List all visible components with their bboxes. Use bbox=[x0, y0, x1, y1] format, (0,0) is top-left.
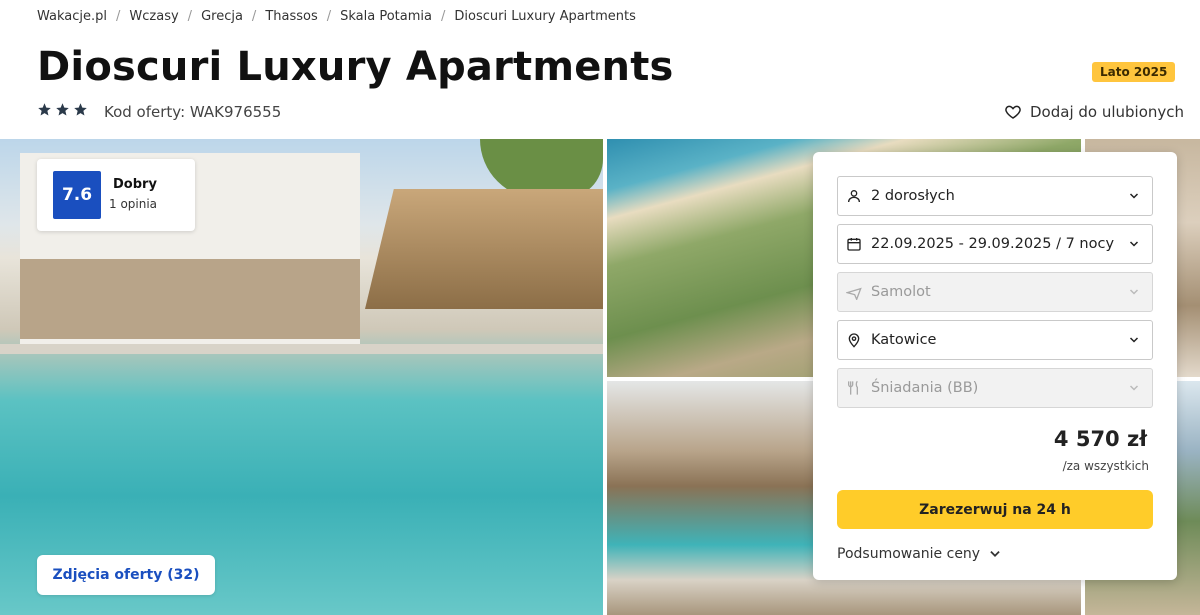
departure-value: Katowice bbox=[871, 332, 937, 348]
chevron-down-icon bbox=[1129, 337, 1139, 343]
price-summary-label: Podsumowanie ceny bbox=[837, 546, 981, 562]
heart-icon bbox=[1005, 105, 1021, 119]
main-photo[interactable]: 7.6 Dobry 1 opinia Zdjęcia oferty (32) bbox=[0, 139, 603, 615]
calendar-icon bbox=[847, 238, 861, 251]
transport-value: Samolot bbox=[871, 284, 931, 300]
breadcrumb-item[interactable]: Thassos bbox=[265, 9, 317, 24]
board-value: Śniadania (BB) bbox=[871, 380, 979, 396]
dates-value: 22.09.2025 - 29.09.2025 / 7 nocy bbox=[871, 236, 1115, 252]
star-icon bbox=[38, 103, 51, 116]
dates-select[interactable]: 22.09.2025 - 29.09.2025 / 7 nocy bbox=[837, 224, 1153, 264]
page-title: Dioscuri Luxury Apartments bbox=[37, 44, 674, 90]
board-select: Śniadania (BB) bbox=[837, 368, 1153, 408]
cutlery-icon bbox=[848, 380, 858, 395]
breadcrumb: Wakacje.pl / Wczasy / Grecja / Thassos /… bbox=[37, 9, 636, 24]
travelers-value: 2 dorosłych bbox=[871, 188, 955, 204]
breadcrumb-item[interactable]: Wakacje.pl bbox=[37, 9, 107, 24]
show-photos-button[interactable]: Zdjęcia oferty (32) bbox=[37, 555, 215, 595]
rating-label: Dobry bbox=[113, 177, 157, 192]
rating-count: 1 opinia bbox=[109, 197, 158, 211]
price-note: /za wszystkich bbox=[1062, 459, 1149, 473]
breadcrumb-separator: / bbox=[441, 9, 446, 24]
chevron-down-icon bbox=[1129, 193, 1139, 199]
travelers-select[interactable]: 2 dorosłych bbox=[837, 176, 1153, 216]
add-to-favorites-label: Dodaj do ulubionych bbox=[1030, 103, 1185, 121]
departure-select[interactable]: Katowice bbox=[837, 320, 1153, 360]
reserve-button[interactable]: Zarezerwuj na 24 h bbox=[837, 490, 1153, 529]
chevron-down-icon bbox=[1129, 241, 1139, 247]
breadcrumb-item-current[interactable]: Dioscuri Luxury Apartments bbox=[454, 9, 636, 24]
stone-wall-shape bbox=[20, 259, 360, 339]
person-icon bbox=[848, 190, 860, 203]
price-summary-toggle[interactable]: Podsumowanie ceny bbox=[837, 546, 1002, 562]
airplane-icon bbox=[846, 287, 862, 300]
chevron-down-icon bbox=[1129, 385, 1139, 391]
star-icon bbox=[56, 103, 69, 116]
star-icon bbox=[74, 103, 87, 116]
booking-panel: 2 dorosłych 22.09.2025 - 29.09.2025 / 7 … bbox=[813, 152, 1177, 580]
breadcrumb-separator: / bbox=[116, 9, 121, 24]
offer-code: Kod oferty: WAK976555 bbox=[104, 103, 282, 121]
add-to-favorites-button[interactable]: Dodaj do ulubionych bbox=[1004, 103, 1184, 121]
breadcrumb-item[interactable]: Wczasy bbox=[129, 9, 178, 24]
season-badge: Lato 2025 bbox=[1092, 62, 1176, 82]
star-rating bbox=[37, 102, 88, 117]
breadcrumb-separator: / bbox=[326, 9, 332, 24]
thatched-roof-shape bbox=[365, 189, 603, 309]
rating-score: 7.6 bbox=[53, 171, 101, 219]
pool-edge-shape bbox=[0, 344, 603, 354]
rating-card[interactable]: 7.6 Dobry 1 opinia bbox=[37, 159, 195, 231]
transport-select: Samolot bbox=[837, 272, 1153, 312]
breadcrumb-separator: / bbox=[187, 9, 193, 24]
chevron-down-icon bbox=[990, 551, 1000, 557]
price-total: 4 570 zł bbox=[1053, 427, 1147, 451]
breadcrumb-item[interactable]: Grecja bbox=[201, 9, 243, 24]
chevron-down-icon bbox=[1129, 289, 1139, 295]
breadcrumb-separator: / bbox=[251, 9, 257, 24]
location-pin-icon bbox=[848, 333, 860, 348]
breadcrumb-item[interactable]: Skala Potamia bbox=[340, 9, 432, 24]
